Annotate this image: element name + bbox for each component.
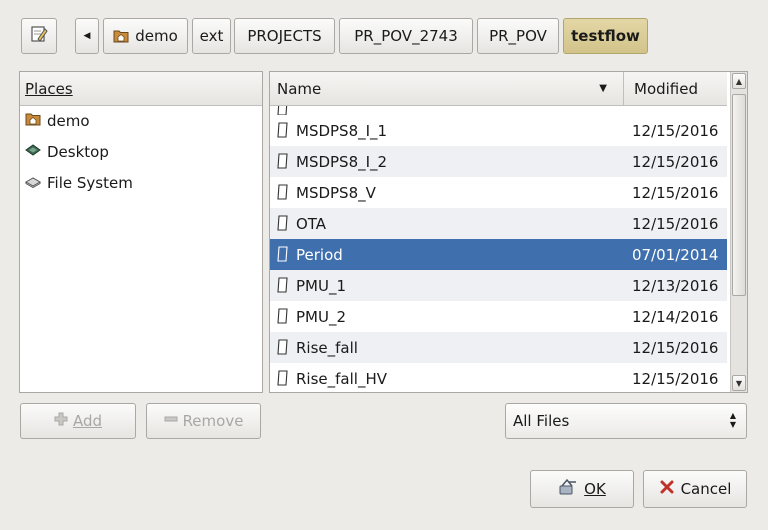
select-arrows-icon: ▲ ▼: [729, 411, 736, 429]
ok-button[interactable]: OK: [530, 470, 634, 508]
cancel-label: Cancel: [680, 480, 732, 498]
breadcrumb-label: testflow: [571, 27, 640, 45]
breadcrumb-ext[interactable]: ext: [192, 18, 231, 54]
file-name: Period: [296, 245, 343, 264]
breadcrumb-projects[interactable]: PROJECTS: [234, 18, 335, 54]
places-panel: Places demo Desktop File System: [19, 71, 263, 393]
breadcrumb-label: PR_POV_2743: [354, 27, 458, 45]
files-header: Name ▼ Modified: [270, 72, 727, 106]
table-row[interactable]: OTA 12/15/2016: [270, 208, 727, 239]
breadcrumb-back-button[interactable]: ◀: [75, 18, 99, 54]
places-item-label: demo: [47, 112, 90, 130]
table-row-partial[interactable]: [270, 106, 727, 115]
file-modified: 07/01/2014: [632, 245, 719, 264]
file-icon: [276, 246, 290, 266]
table-row[interactable]: MSDPS8_V 12/15/2016: [270, 177, 727, 208]
cancel-x-icon: [659, 479, 675, 499]
places-item-label: File System: [47, 174, 133, 192]
home-folder-icon: [25, 112, 47, 130]
file-filter-value: All Files: [513, 412, 570, 430]
file-icon: [276, 308, 290, 328]
file-name: MSDPS8_I_1: [296, 121, 388, 140]
files-panel: Name ▼ Modified MSDPS8_I_1 12/15/2016 MSDP…: [269, 71, 748, 393]
edit-pencil-icon: [29, 24, 49, 48]
file-name: MSDPS8_I_2: [296, 152, 388, 171]
file-modified: 12/15/2016: [632, 369, 719, 388]
file-name: OTA: [296, 214, 327, 233]
table-row[interactable]: MSDPS8_I_1 12/15/2016: [270, 115, 727, 146]
column-modified-header[interactable]: Modified: [627, 72, 727, 106]
places-header-label: Places: [25, 79, 73, 98]
file-icon: [276, 153, 290, 173]
places-header[interactable]: Places: [20, 72, 262, 106]
scrollbar[interactable]: ▲ ▼: [730, 72, 747, 392]
file-name: PMU_1: [296, 276, 347, 295]
breadcrumb-label: ext: [199, 27, 224, 45]
file-icon: [276, 370, 290, 390]
table-row[interactable]: Rise_fall 12/15/2016: [270, 332, 727, 363]
ok-label: OK: [584, 480, 606, 498]
breadcrumb-label: PROJECTS: [247, 27, 322, 45]
file-icon: [276, 215, 290, 235]
plus-icon: [54, 412, 68, 430]
breadcrumb-label: PR_POV: [489, 27, 547, 45]
file-name: PMU_2: [296, 307, 347, 326]
edit-location-button[interactable]: [21, 18, 57, 54]
file-modified: 12/15/2016: [632, 214, 719, 233]
file-modified: 12/15/2016: [632, 152, 719, 171]
table-row[interactable]: PMU_1 12/13/2016: [270, 270, 727, 301]
scroll-up-arrow[interactable]: ▲: [732, 73, 746, 89]
breadcrumb-pr-pov-2743[interactable]: PR_POV_2743: [339, 18, 473, 54]
file-modified: 12/15/2016: [632, 121, 719, 140]
file-name: Rise_fall_HV: [296, 369, 387, 388]
breadcrumb-label: demo: [135, 27, 178, 45]
column-modified-label: Modified: [634, 80, 699, 98]
file-filter-select[interactable]: All Files ▲ ▼: [505, 403, 747, 439]
column-name-header[interactable]: Name ▼: [270, 72, 624, 106]
sort-descending-icon: ▼: [599, 83, 607, 94]
column-name-label: Name: [277, 80, 322, 98]
file-name: MSDPS8_V: [296, 183, 376, 202]
remove-bookmark-button[interactable]: Remove: [146, 403, 261, 439]
remove-label: Remove: [182, 412, 244, 430]
ok-apply-icon: [558, 478, 578, 500]
add-label: Add: [72, 412, 103, 430]
scroll-thumb[interactable]: [732, 94, 746, 296]
places-item-demo[interactable]: demo: [25, 108, 90, 134]
file-icon: [276, 184, 290, 204]
breadcrumb-testflow[interactable]: testflow: [563, 18, 648, 54]
table-row[interactable]: MSDPS8_I_2 12/15/2016: [270, 146, 727, 177]
file-icon: [276, 122, 290, 142]
table-row[interactable]: PMU_2 12/14/2016: [270, 301, 727, 332]
chevron-left-icon: ◀: [83, 31, 91, 41]
table-row[interactable]: Rise_fall_HV 12/15/2016: [270, 363, 727, 392]
file-modified: 12/15/2016: [632, 338, 719, 357]
home-folder-icon: [113, 29, 129, 43]
drive-icon: [24, 174, 47, 192]
places-item-file-system[interactable]: File System: [24, 170, 133, 196]
breadcrumb-demo[interactable]: demo: [103, 18, 188, 54]
minus-icon: [164, 412, 178, 430]
file-name: Rise_fall: [296, 338, 358, 357]
places-item-desktop[interactable]: Desktop: [25, 139, 109, 165]
file-modified: 12/14/2016: [632, 307, 719, 326]
scroll-down-arrow[interactable]: ▼: [732, 375, 746, 391]
file-icon: [276, 339, 290, 359]
add-bookmark-button[interactable]: Add: [20, 403, 136, 439]
breadcrumb-pr-pov[interactable]: PR_POV: [477, 18, 559, 54]
file-icon: [276, 277, 290, 297]
cancel-button[interactable]: Cancel: [643, 470, 747, 508]
desktop-icon: [25, 143, 47, 161]
file-modified: 12/13/2016: [632, 276, 719, 295]
file-icon: [276, 106, 290, 115]
table-row-selected[interactable]: Period 07/01/2014: [270, 239, 727, 270]
places-item-label: Desktop: [47, 143, 109, 161]
file-modified: 12/15/2016: [632, 183, 719, 202]
